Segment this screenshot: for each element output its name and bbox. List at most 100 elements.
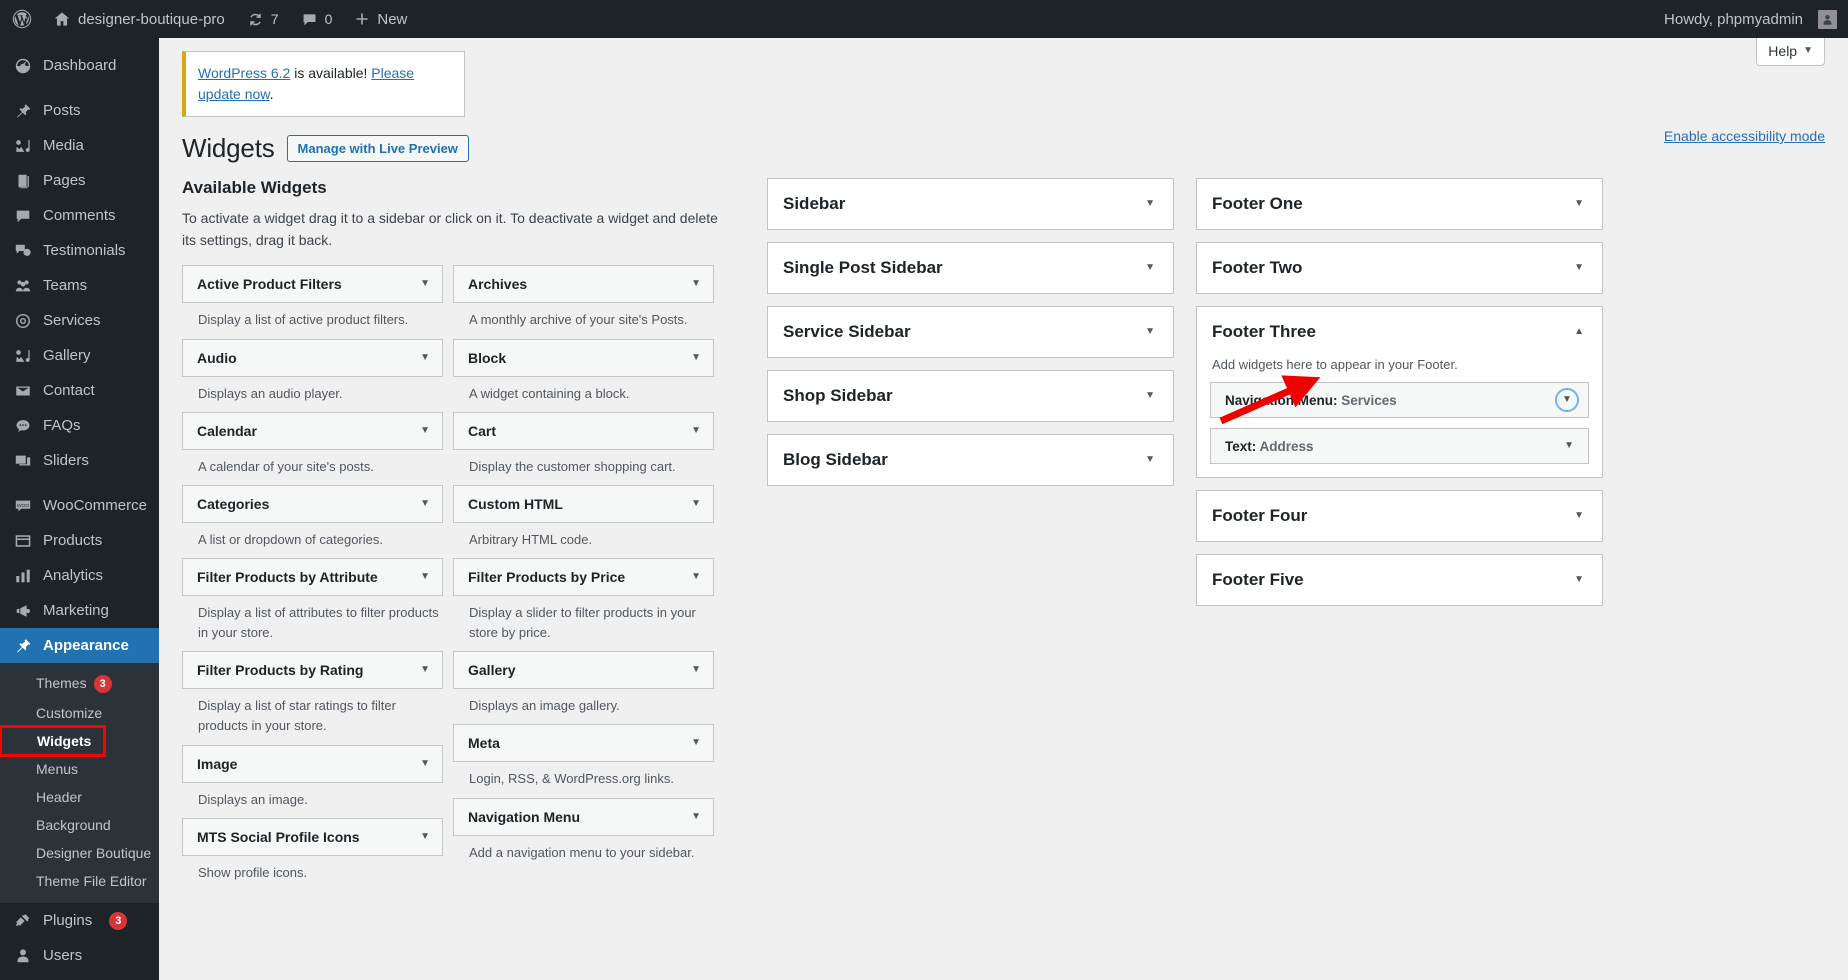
submenu-item-background[interactable]: Background [0,811,159,839]
chevron-up-icon[interactable]: ▲ [1574,327,1584,337]
submenu-item-menus[interactable]: Menus [0,755,159,783]
sidebar-item-plugins[interactable]: Plugins 3 [0,903,159,938]
chevron-down-icon[interactable]: ▼ [1574,263,1584,273]
chevron-down-icon[interactable]: ▼ [420,571,430,582]
sidebar-panel-header[interactable]: Shop Sidebar ▼ [768,371,1173,421]
widget-expand-toggle[interactable]: ▼ [1556,389,1578,411]
available-widget[interactable]: MTS Social Profile Icons ▼ [182,817,443,856]
sidebar-item-posts[interactable]: Posts [0,93,159,128]
available-widget[interactable]: Calendar ▼ [182,411,443,450]
available-widget[interactable]: Meta ▼ [453,724,714,763]
sidebar-item-media[interactable]: Media [0,128,159,163]
site-name-menu[interactable]: designer-boutique-pro [42,0,236,38]
sidebar-item-dashboard[interactable]: Dashboard [0,48,159,83]
assigned-widget[interactable]: Text: Address ▼ [1210,428,1589,464]
available-widget-description: A calendar of your site's posts. [198,458,374,474]
sidebar-item-faqs[interactable]: FAQs [0,408,159,443]
sidebar-item-pages[interactable]: Pages [0,163,159,198]
submenu-item-themes[interactable]: Themes 3 [0,669,159,699]
chevron-down-icon[interactable]: ▼ [420,498,430,509]
sidebar-item-sliders[interactable]: Sliders [0,443,159,478]
sidebar-panel-header[interactable]: Service Sidebar ▼ [768,307,1173,357]
chevron-down-icon[interactable]: ▼ [691,352,701,363]
sidebar-panel: Blog Sidebar ▼ [767,434,1174,486]
sidebar-item-teams[interactable]: Teams [0,268,159,303]
assigned-widget[interactable]: Navigation Menu: Services ▼ [1210,382,1589,418]
available-widget[interactable]: Gallery ▼ [453,651,714,690]
sidebar-panel-header[interactable]: Footer Two ▼ [1197,243,1602,293]
widget-expand-toggle[interactable]: ▼ [1564,441,1578,451]
available-widget[interactable]: Active Product Filters ▼ [182,265,443,304]
chevron-down-icon[interactable]: ▼ [1574,511,1584,521]
available-widget[interactable]: Categories ▼ [182,484,443,523]
chevron-down-icon[interactable]: ▼ [420,831,430,842]
manage-with-live-preview-button[interactable]: Manage with Live Preview [286,135,469,162]
sidebar-item-contact[interactable]: Contact [0,373,159,408]
woocommerce-icon: WOO [13,496,33,516]
sidebar-item-appearance[interactable]: Appearance [0,628,159,663]
sidebar-panel-header[interactable]: Sidebar ▼ [768,179,1173,229]
sidebar-item-label: FAQs [43,417,81,434]
available-widget[interactable]: Custom HTML ▼ [453,484,714,523]
available-widget[interactable]: Filter Products by Rating ▼ [182,651,443,690]
chevron-down-icon[interactable]: ▼ [1574,199,1584,209]
comments-menu[interactable]: 0 [290,0,344,38]
wordpress-version-link[interactable]: WordPress 6.2 [198,65,290,81]
new-content-menu[interactable]: New [343,0,418,38]
sidebar-item-products[interactable]: Products [0,523,159,558]
chevron-down-icon[interactable]: ▼ [691,738,701,748]
sidebar-item-comments[interactable]: Comments [0,198,159,233]
available-widget[interactable]: Cart ▼ [453,411,714,450]
sidebar-panel-header[interactable]: Footer One ▼ [1197,179,1602,229]
chevron-down-icon[interactable]: ▼ [1145,199,1155,209]
sidebar-item-services[interactable]: Services [0,303,159,338]
wordpress-logo-button[interactable] [0,0,42,38]
submenu-item-label: Menus [36,761,79,778]
available-widget[interactable]: Filter Products by Attribute ▼ [182,557,443,596]
help-toggle-button[interactable]: Help ▼ [1756,38,1825,66]
chevron-down-icon[interactable]: ▼ [420,425,430,436]
available-widget[interactable]: Navigation Menu ▼ [453,797,714,836]
submenu-item-widgets[interactable]: Widgets [0,725,106,758]
available-widget[interactable]: Filter Products by Price ▼ [453,557,714,596]
sidebar-item-woocommerce[interactable]: WOO WooCommerce [0,488,159,523]
chevron-down-icon[interactable]: ▼ [691,498,701,509]
chevron-down-icon[interactable]: ▼ [691,811,701,822]
chevron-down-icon[interactable]: ▼ [420,758,430,769]
updates-menu[interactable]: 7 [236,0,290,38]
sidebar-item-users[interactable]: Users [0,938,159,973]
sidebar-panel-header[interactable]: Footer Five ▼ [1197,555,1602,605]
sidebar-item-marketing[interactable]: Marketing [0,593,159,628]
chevron-down-icon[interactable]: ▼ [691,279,701,289]
sidebar-panel-title: Service Sidebar [783,322,911,341]
chevron-down-icon[interactable]: ▼ [420,352,430,363]
sidebar-item-gallery[interactable]: Gallery [0,338,159,373]
chevron-down-icon[interactable]: ▼ [1574,575,1584,585]
chevron-down-icon[interactable]: ▼ [1145,263,1155,273]
sidebar-item-testimonials[interactable]: Testimonials [0,233,159,268]
chevron-down-icon[interactable]: ▼ [1145,455,1155,465]
sidebar-panel-header[interactable]: Blog Sidebar ▼ [768,435,1173,485]
sidebar-item-label: Appearance [43,637,129,654]
chevron-down-icon[interactable]: ▼ [1145,327,1155,337]
submenu-item-header[interactable]: Header [0,783,159,811]
chevron-down-icon[interactable]: ▼ [691,665,701,675]
chevron-down-icon[interactable]: ▼ [691,571,701,582]
chevron-down-icon[interactable]: ▼ [420,279,430,289]
enable-accessibility-mode-link[interactable]: Enable accessibility mode [1664,128,1825,144]
submenu-item-designer-boutique[interactable]: Designer Boutique [0,839,159,867]
available-widget[interactable]: Audio ▼ [182,338,443,377]
chevron-down-icon[interactable]: ▼ [420,665,430,675]
sidebar-panel-header[interactable]: Footer Three ▲ [1197,307,1602,357]
submenu-item-theme-file-editor[interactable]: Theme File Editor [0,867,159,895]
available-widget[interactable]: Archives ▼ [453,265,714,304]
available-widget[interactable]: Image ▼ [182,744,443,783]
sidebar-item-analytics[interactable]: Analytics [0,558,159,593]
sidebar-panel-header[interactable]: Single Post Sidebar ▼ [768,243,1173,293]
available-widget[interactable]: Block ▼ [453,338,714,377]
chevron-down-icon[interactable]: ▼ [691,425,701,436]
chevron-down-icon[interactable]: ▼ [1145,391,1155,401]
my-account-menu[interactable]: Howdy, phpmyadmin [1653,0,1848,38]
sidebar-panel-header[interactable]: Footer Four ▼ [1197,491,1602,541]
submenu-item-customize[interactable]: Customize [0,699,159,727]
